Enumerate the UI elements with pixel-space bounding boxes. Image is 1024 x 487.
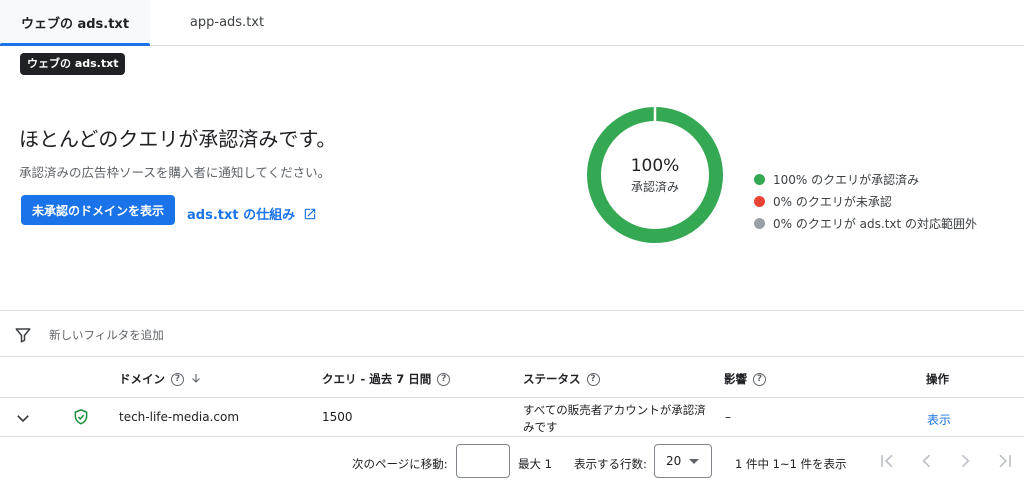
sort-arrow-down-icon[interactable]: [190, 372, 202, 387]
help-icon[interactable]: ?: [437, 372, 451, 386]
column-impact[interactable]: 影響 ?: [724, 371, 766, 387]
column-domain[interactable]: ドメイン ?: [119, 371, 202, 387]
row-status: すべての販売者アカウントが承認済みです: [523, 403, 706, 434]
legend-dot-unapproved: [754, 195, 765, 207]
column-action: 操作: [926, 371, 949, 387]
row-queries: 1500: [322, 410, 353, 424]
legend-unapproved-label: 0% のクエリが未承認: [773, 194, 892, 209]
ads-txt-page: ウェブの ads.txt app-ads.txt ウェブの ads.txt ほと…: [0, 0, 1024, 487]
dropdown-caret-icon: [689, 458, 700, 464]
help-icon[interactable]: ?: [753, 372, 766, 386]
how-ads-txt-works-link[interactable]: ads.txt の仕組み: [187, 204, 317, 223]
goto-page-label: 次のページに移動:: [352, 457, 448, 471]
tab-app-ads-txt[interactable]: app-ads.txt: [150, 0, 304, 45]
legend-dot-approved: [754, 173, 765, 185]
legend-approved: 100% のクエリが承認済み: [754, 168, 977, 190]
row-impact: –: [725, 410, 731, 424]
column-status-label: ステータス: [523, 372, 581, 386]
table-header: ドメイン ? クエリ - 過去 7 日間 ? ステータス ? 影響 ? 操作: [0, 358, 1024, 398]
open-in-new-icon: [303, 207, 317, 221]
approval-donut-chart: [587, 106, 723, 243]
how-ads-txt-works-label: ads.txt の仕組み: [187, 208, 296, 223]
legend-dot-out-of-scope: [754, 217, 765, 229]
row-domain: tech-life-media.com: [119, 410, 240, 424]
donut-legend: 100% のクエリが承認済み 0% のクエリが未承認 0% のクエリが ads.…: [754, 168, 977, 234]
tab-tooltip: ウェブの ads.txt: [20, 53, 126, 75]
expand-chevron-down-icon[interactable]: [14, 409, 32, 430]
column-domain-label: ドメイン: [119, 372, 165, 386]
column-queries-label: クエリ - 過去 7 日間: [322, 372, 432, 386]
tab-web-ads-txt[interactable]: ウェブの ads.txt: [0, 0, 150, 46]
help-icon[interactable]: ?: [171, 372, 184, 386]
help-icon[interactable]: ?: [586, 372, 600, 386]
filter-bar[interactable]: 新しいフィルタを追加: [0, 310, 1024, 357]
tab-bar: ウェブの ads.txt app-ads.txt: [0, 0, 1024, 46]
summary-headline: ほとんどのクエリが承認済みです。: [19, 127, 337, 151]
last-page-icon[interactable]: [994, 450, 1016, 472]
first-page-icon[interactable]: [876, 450, 898, 472]
goto-page-input[interactable]: [456, 444, 510, 478]
verified-shield-icon: [72, 408, 90, 429]
column-action-label: 操作: [926, 372, 949, 386]
rows-per-page-select[interactable]: 20: [654, 444, 712, 478]
legend-unapproved: 0% のクエリが未承認: [754, 190, 977, 212]
next-page-icon[interactable]: [954, 450, 976, 472]
legend-approved-label: 100% のクエリが承認済み: [773, 172, 920, 187]
legend-out-of-scope: 0% のクエリが ads.txt の対応範囲外: [754, 212, 977, 234]
pagination-bar: 次のページに移動: 最大 1 表示する行数: 20 1 件中 1~1 件を表示: [0, 438, 1024, 487]
rows-per-page-value: 20: [666, 454, 682, 468]
show-unapproved-domains-button[interactable]: 未承認のドメインを表示: [21, 195, 175, 225]
donut-approved-ring: [587, 107, 723, 243]
column-queries[interactable]: クエリ - 過去 7 日間 ?: [322, 371, 451, 387]
previous-page-icon[interactable]: [916, 450, 938, 472]
summary-subtext: 承認済みの広告枠ソースを購入者に通知してください。: [19, 165, 331, 180]
column-status[interactable]: ステータス ?: [523, 371, 600, 387]
row-view-link[interactable]: 表示: [927, 411, 951, 428]
add-filter-input[interactable]: 新しいフィルタを追加: [49, 327, 164, 343]
page-range-label: 1 件中 1~1 件を表示: [735, 457, 847, 471]
legend-out-of-scope-label: 0% のクエリが ads.txt の対応範囲外: [773, 216, 978, 231]
filter-icon[interactable]: [14, 326, 32, 344]
max-page-label: 最大 1: [518, 457, 552, 471]
rows-per-page-label: 表示する行数:: [574, 457, 647, 471]
table-row[interactable]: tech-life-media.com 1500 すべての販売者アカウントが承認…: [0, 399, 1024, 437]
column-impact-label: 影響: [724, 372, 747, 386]
